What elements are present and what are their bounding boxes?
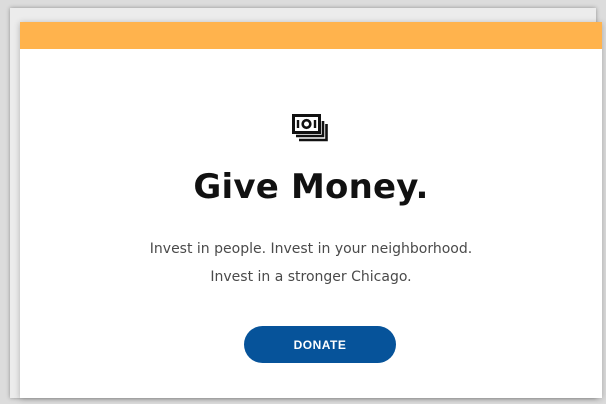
accent-bar bbox=[20, 22, 602, 49]
donate-button[interactable]: DONATE bbox=[244, 326, 396, 363]
page-title: Give Money. bbox=[193, 167, 429, 207]
give-money-card: Give Money. Invest in people. Invest in … bbox=[20, 22, 602, 398]
tagline-line-2: Invest in a stronger Chicago. bbox=[210, 269, 412, 285]
money-stack-icon bbox=[292, 114, 328, 142]
tagline-line-1: Invest in people. Invest in your neighbo… bbox=[149, 241, 473, 257]
